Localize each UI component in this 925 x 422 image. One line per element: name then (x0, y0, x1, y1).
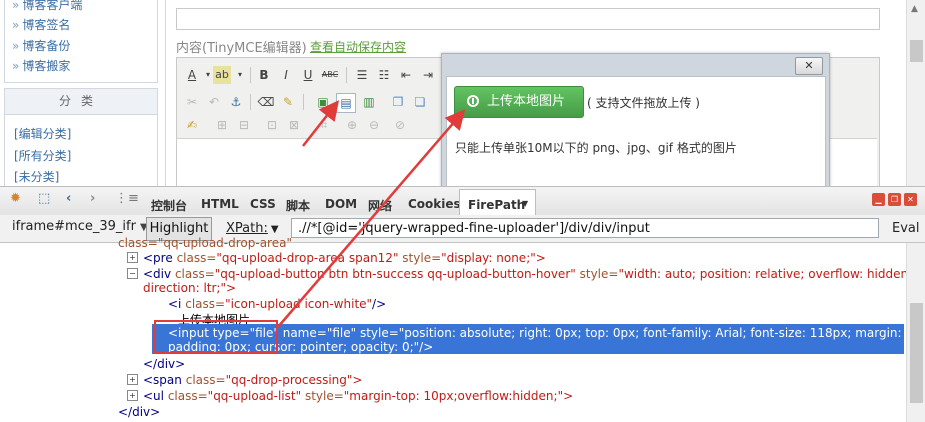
frame-select[interactable]: iframe#mce_39_ifr ▼ (12, 219, 148, 234)
expand-icon[interactable]: + (127, 390, 138, 401)
xpath-selector[interactable]: XPath: ▼ (226, 221, 279, 236)
bold-icon[interactable]: B (255, 66, 273, 84)
tree-node-ul[interactable]: <ul class="qq-upload-list" style="margin… (143, 389, 573, 403)
tab-script[interactable]: 脚本 (286, 197, 310, 214)
forward-icon[interactable]: › (90, 191, 95, 206)
back-icon[interactable]: ‹ (66, 191, 71, 206)
scroll-thumb[interactable] (910, 303, 923, 403)
table-cell-icon[interactable]: ⊘ (391, 116, 409, 134)
xpath-input[interactable]: .//*[@id='jquery-wrapped-fine-uploader']… (291, 218, 879, 238)
category-uncategorized-link[interactable]: [未分类] (14, 168, 59, 185)
highlight-color-icon[interactable]: ab (213, 66, 231, 84)
sidebar-link-signature[interactable]: » 博客签名 (12, 16, 70, 33)
arrow-icon: » (12, 59, 20, 73)
chevron-down-icon: ▼ (522, 199, 529, 208)
input-node-line1: <input type="file" name="file" style="po… (168, 326, 925, 340)
indent-icon[interactable]: ⇥ (419, 66, 437, 84)
expand-icon[interactable]: + (127, 252, 138, 263)
numbered-list-icon[interactable]: ☷ (375, 66, 393, 84)
tab-console[interactable]: 控制台 (151, 197, 187, 214)
scroll-up-icon[interactable]: ▲ (911, 4, 918, 14)
inspect-icon[interactable]: ⬚ (38, 191, 50, 206)
tab-dom[interactable]: DOM (325, 197, 357, 211)
tree-node-span[interactable]: <span class="qq-drop-processing"> (143, 373, 362, 387)
column-divider (165, 0, 166, 186)
category-header: 分类 (4, 88, 158, 115)
media-icon[interactable]: ▣ (314, 93, 332, 111)
category-edit-link[interactable]: [编辑分类] (14, 125, 71, 142)
tab-html[interactable]: HTML (201, 197, 239, 211)
sidebar-link-backup[interactable]: » 博客备份 (12, 37, 70, 54)
collapse-icon[interactable]: − (127, 268, 138, 279)
insert-image-icon[interactable]: ▤ (336, 93, 356, 113)
toolbar-separator (346, 67, 347, 83)
table-row-icon[interactable]: ⊟ (235, 116, 253, 134)
copy-icon[interactable]: ❐ (389, 93, 407, 111)
tree-node-i[interactable]: <i class="icon-upload icon-white"/> (168, 297, 386, 311)
minimize-icon[interactable]: ▁ (872, 193, 885, 206)
tree-node-div-button-cont: direction: ltr;"> (143, 281, 237, 295)
table-col-icon[interactable]: ⊡ (263, 116, 281, 134)
firebug-icon[interactable]: ✹ (10, 191, 21, 206)
italic-icon[interactable]: I (277, 66, 295, 84)
dialog-close-button[interactable]: ✕ (795, 57, 823, 75)
category-all-link[interactable]: [所有分类] (14, 147, 71, 164)
eval-button[interactable]: Eval (892, 221, 920, 236)
table-split-icon[interactable]: ⌗ (315, 116, 333, 134)
tab-css[interactable]: CSS (250, 197, 276, 211)
tab-net[interactable]: 网络 (368, 197, 392, 214)
table-delete-icon[interactable]: ⊖ (365, 116, 383, 134)
eraser-icon[interactable]: ⌫ (257, 93, 275, 111)
arrow-icon: » (12, 0, 20, 12)
toolbar-separator (303, 94, 304, 110)
tree-node-div-button[interactable]: <div class="qq-upload-button btn btn-suc… (143, 267, 912, 281)
table-merge-icon[interactable]: ⊠ (285, 116, 303, 134)
tree-scrollbar[interactable] (906, 243, 925, 422)
tree-node-pre[interactable]: <pre class="qq-upload-drop-area span12" … (143, 251, 546, 265)
table-icon[interactable]: ⊞ (213, 116, 231, 134)
title-input[interactable] (176, 8, 880, 30)
annotation-highlight-box (154, 320, 278, 354)
scroll-thumb[interactable] (910, 40, 923, 62)
arrow-icon: » (12, 39, 20, 53)
edit-icon[interactable]: ✍ (183, 116, 201, 134)
tab-cookies[interactable]: Cookies (408, 197, 461, 211)
filmstrip-icon[interactable]: ▥ (360, 93, 378, 111)
cleanup-brush-icon[interactable]: ✎ (279, 93, 297, 111)
tree-line-cut: class="qq-upload-drop-area" (118, 236, 292, 250)
tree-close-outer-div: </div> (118, 405, 161, 419)
chevron-down-icon[interactable]: ▾ (231, 66, 249, 84)
drag-drop-tip: ( 支持文件拖放上传 ) (587, 96, 700, 110)
restore-icon[interactable]: ❐ (888, 193, 901, 206)
outdent-icon[interactable]: ⇤ (397, 66, 415, 84)
expand-icon[interactable]: + (127, 374, 138, 385)
upload-limit-text: 只能上传单张10M以下的 png、jpg、gif 格式的图片 (455, 141, 737, 155)
toolbar-separator (250, 67, 251, 83)
cut-icon[interactable]: ✂ (183, 93, 201, 111)
bullet-list-icon[interactable]: ☰ (353, 66, 371, 84)
left-sidebar: » 博客客户端 » 博客签名 » 博客备份 » 博客搬家 分类 [编辑分类] [所有分类… (0, 0, 165, 187)
undo-icon[interactable]: ↶ (205, 93, 223, 111)
content-label: 内容(TinyMCE编辑器) (176, 41, 307, 56)
chevron-down-icon: ▼ (270, 224, 279, 235)
arrow-icon: » (12, 18, 20, 32)
upload-icon (467, 95, 479, 107)
toolbar-separator (250, 94, 251, 110)
underline-icon[interactable]: U (299, 66, 317, 84)
page-scrollbar[interactable]: ▲ (906, 0, 925, 186)
command-line-icon[interactable]: ⋮≡ (115, 191, 139, 206)
anchor-icon[interactable]: ⚓ (227, 93, 245, 111)
paste-icon[interactable]: ❏ (411, 93, 429, 111)
table-props-icon[interactable]: ⊕ (343, 116, 361, 134)
sidebar-link-client[interactable]: » 博客客户端 (12, 0, 82, 13)
tree-close-div: </div> (143, 357, 186, 371)
autosave-link[interactable]: 查看自动保存内容 (310, 38, 406, 55)
tab-firepath[interactable]: FirePath ▼ (459, 189, 536, 216)
strikethrough-icon[interactable]: ABC (321, 66, 339, 84)
sidebar-link-move[interactable]: » 博客搬家 (12, 57, 70, 74)
close-icon[interactable]: ✕ (904, 193, 917, 206)
upload-local-image-button[interactable]: 上传本地图片 (454, 86, 584, 118)
